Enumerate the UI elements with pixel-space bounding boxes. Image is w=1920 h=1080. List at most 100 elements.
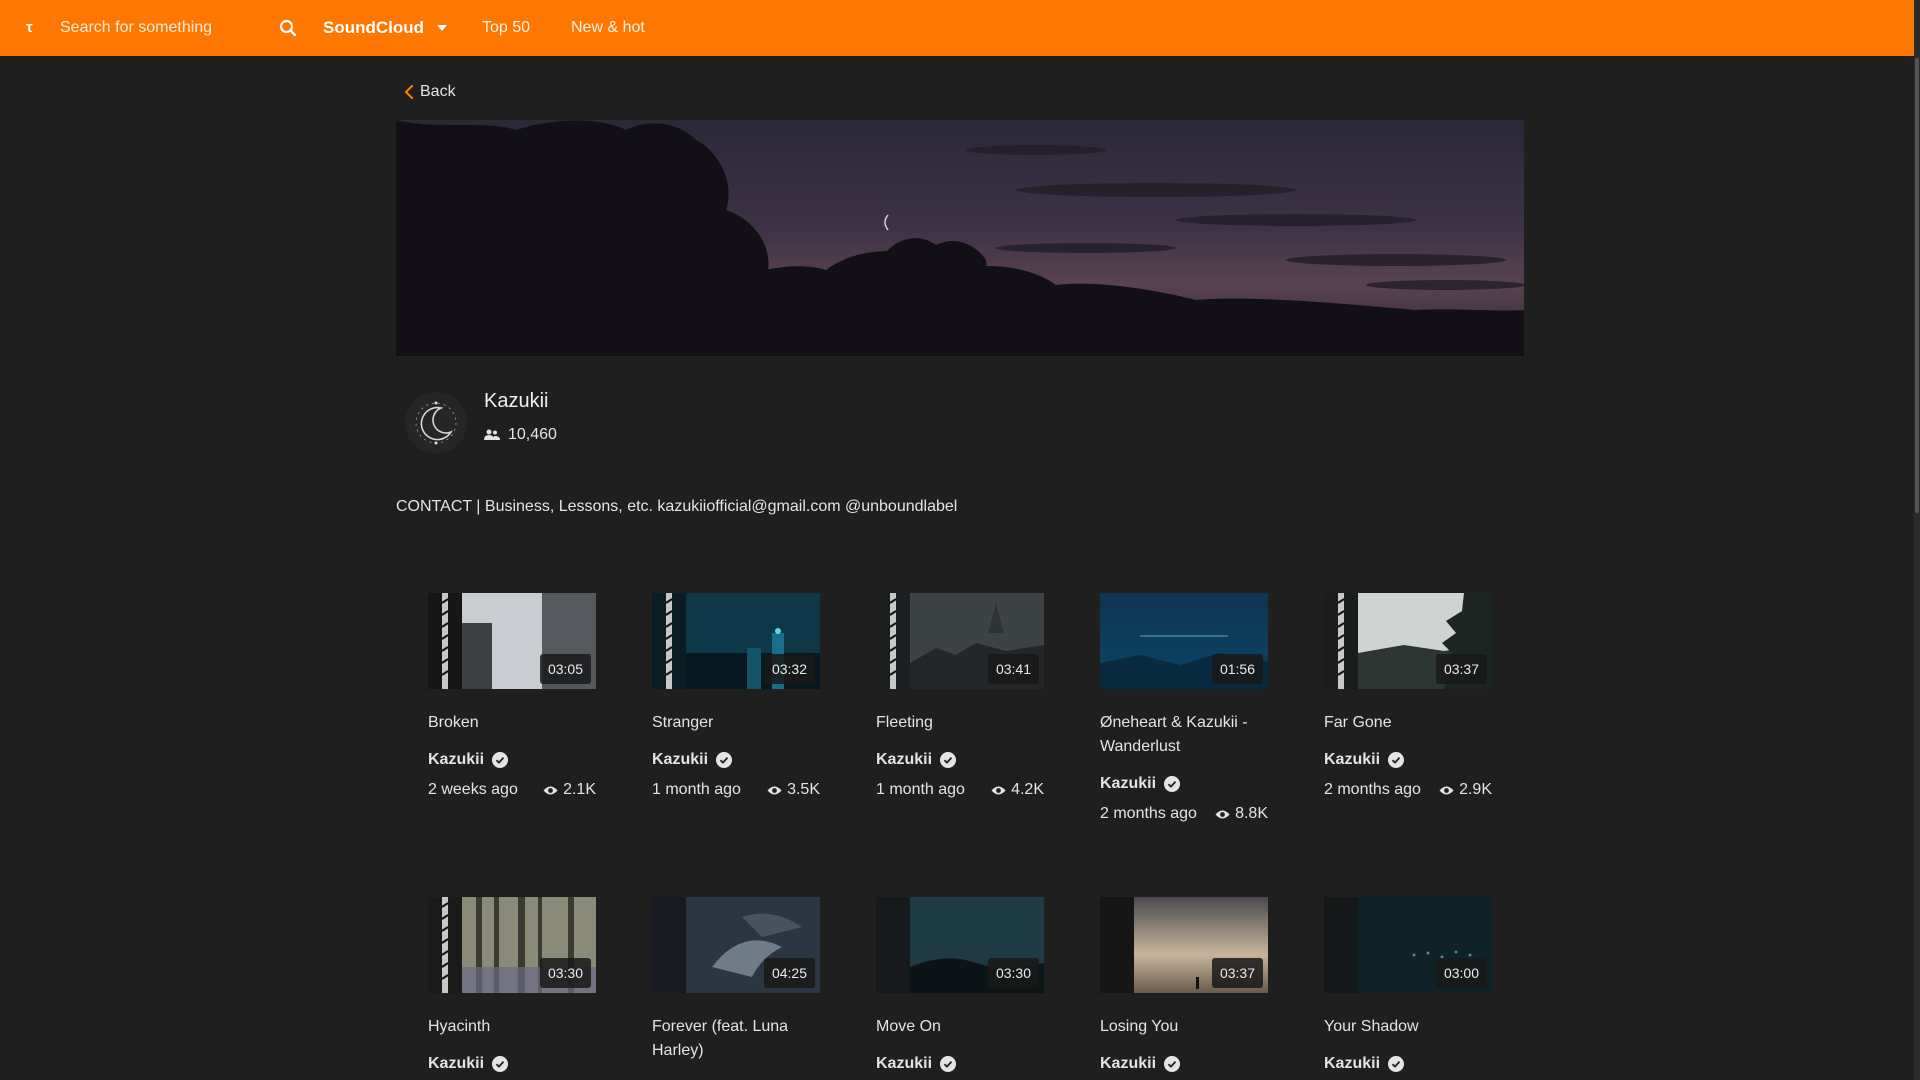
track-card[interactable]: 03:00 Your Shadow Kazukii [1324, 897, 1492, 1073]
search-icon[interactable] [276, 16, 300, 40]
track-meta: 1 month ago 4.2K [876, 781, 1044, 799]
track-artist-name: Kazukii [876, 751, 933, 768]
artist-banner [396, 120, 1524, 356]
nav-top-50[interactable]: Top 50 [482, 14, 530, 42]
users-icon [484, 429, 500, 440]
track-views: 3.5K [767, 781, 820, 799]
top-bar: τ SoundCloud Top 50 New & hot [0, 0, 1920, 56]
track-views: 2.9K [1439, 781, 1492, 799]
eye-icon [1215, 810, 1230, 818]
track-artist: Kazukii [1100, 1055, 1268, 1073]
track-artist-name: Kazukii [1100, 775, 1157, 792]
followers-value: 10,460 [508, 426, 557, 443]
track-thumbnail: 03:37 [1100, 897, 1268, 993]
track-card[interactable]: 03:37 Losing You Kazukii [1100, 897, 1268, 1073]
caret-down-icon [437, 25, 448, 31]
verified-icon [940, 1056, 957, 1072]
track-views: 8.8K [1215, 805, 1268, 823]
track-artist-name: Kazukii [652, 751, 709, 768]
track-duration: 03:32 [763, 654, 815, 684]
track-artist: Kazukii [1100, 775, 1268, 793]
track-thumbnail: 03:30 [428, 897, 596, 993]
verified-icon [492, 752, 509, 768]
track-artist-name: Kazukii [876, 1055, 933, 1072]
track-title: Forever (feat. Luna Harley) [652, 1018, 789, 1059]
track-card[interactable]: 03:41 Fleeting Kazukii 1 month ago 4.2K [876, 593, 1044, 799]
track-title: Stranger [652, 714, 714, 731]
track-card[interactable]: 03:30 Move On Kazukii [876, 897, 1044, 1073]
artist-description: CONTACT | Business, Lessons, etc. kazuki… [396, 498, 958, 515]
track-artist: Kazukii [1324, 1055, 1492, 1073]
track-thumbnail: 01:56 [1100, 593, 1268, 689]
track-age: 2 weeks ago [428, 781, 518, 798]
nav-new-hot[interactable]: New & hot [571, 14, 645, 42]
search-input[interactable] [60, 14, 260, 42]
track-duration: 04:25 [763, 958, 815, 988]
track-thumbnail: 04:25 [652, 897, 820, 993]
track-card[interactable]: 03:05 Broken Kazukii 2 weeks ago 2.1K [428, 593, 596, 799]
track-artist-name: Kazukii [428, 751, 485, 768]
back-button[interactable]: Back [404, 80, 456, 104]
track-duration: 03:41 [987, 654, 1039, 684]
track-title: Hyacinth [428, 1018, 491, 1035]
track-card[interactable]: 03:30 Hyacinth Kazukii [428, 897, 596, 1073]
track-artist-name: Kazukii [1100, 1055, 1157, 1072]
chevron-left-icon [404, 84, 414, 100]
track-title: Losing You [1100, 1018, 1179, 1035]
eye-icon [767, 786, 782, 794]
track-age: 2 months ago [1100, 805, 1197, 822]
scrollbar-thumb[interactable] [1915, 58, 1919, 513]
track-card[interactable]: 03:37 Far Gone Kazukii 2 months ago 2.9K [1324, 593, 1492, 799]
track-artist-name: Kazukii [1324, 751, 1381, 768]
track-artist: Kazukii [652, 751, 820, 769]
track-artist: Kazukii [428, 1055, 596, 1073]
track-meta: 2 months ago 2.9K [1324, 781, 1492, 799]
track-title: Broken [428, 714, 479, 731]
track-views-value: 4.2K [1011, 781, 1044, 798]
track-age: 1 month ago [876, 781, 965, 798]
verified-icon [940, 752, 957, 768]
track-meta: 2 weeks ago 2.1K [428, 781, 596, 799]
track-duration: 03:30 [539, 958, 591, 988]
eye-icon [1439, 786, 1454, 794]
track-age: 2 months ago [1324, 781, 1421, 798]
eye-icon [991, 786, 1006, 794]
track-artist: Kazukii [1324, 751, 1492, 769]
track-artist-name: Kazukii [428, 1055, 485, 1072]
source-select[interactable]: SoundCloud [323, 14, 448, 42]
artist-name: Kazukii [484, 390, 549, 412]
track-thumbnail: 03:05 [428, 593, 596, 689]
track-title: Øneheart & Kazukii - Wanderlust [1100, 714, 1248, 755]
track-meta: 2 months ago 8.8K [1100, 805, 1268, 823]
track-card[interactable]: 03:32 Stranger Kazukii 1 month ago 3.5K [652, 593, 820, 799]
track-artist: Kazukii [876, 1055, 1044, 1073]
verified-icon [1388, 752, 1405, 768]
verified-icon [716, 752, 733, 768]
track-card[interactable]: 01:56 Øneheart & Kazukii - Wanderlust Ka… [1100, 593, 1268, 823]
track-views-value: 2.9K [1459, 781, 1492, 798]
track-views: 2.1K [543, 781, 596, 799]
track-views-value: 8.8K [1235, 805, 1268, 822]
track-thumbnail: 03:30 [876, 897, 1044, 993]
track-duration: 03:05 [539, 654, 591, 684]
track-thumbnail: 03:32 [652, 593, 820, 689]
track-thumbnail: 03:41 [876, 593, 1044, 689]
track-meta: 1 month ago 3.5K [652, 781, 820, 799]
track-title: Far Gone [1324, 714, 1392, 731]
back-label: Back [420, 83, 456, 100]
app-logo[interactable]: τ [26, 18, 40, 38]
track-duration: 03:30 [987, 958, 1039, 988]
source-select-value: SoundCloud [323, 18, 425, 37]
track-age: 1 month ago [652, 781, 741, 798]
scrollbar[interactable] [1914, 0, 1920, 1080]
verified-icon [1164, 1056, 1181, 1072]
followers-count: 10,460 [484, 426, 557, 444]
track-views-value: 2.1K [563, 781, 596, 798]
track-views: 4.2K [991, 781, 1044, 799]
track-card[interactable]: 04:25 Forever (feat. Luna Harley) [652, 897, 820, 1063]
track-duration: 03:00 [1435, 958, 1487, 988]
artist-avatar [405, 392, 467, 454]
track-thumbnail: 03:37 [1324, 593, 1492, 689]
verified-icon [492, 1056, 509, 1072]
track-title: Fleeting [876, 714, 933, 731]
